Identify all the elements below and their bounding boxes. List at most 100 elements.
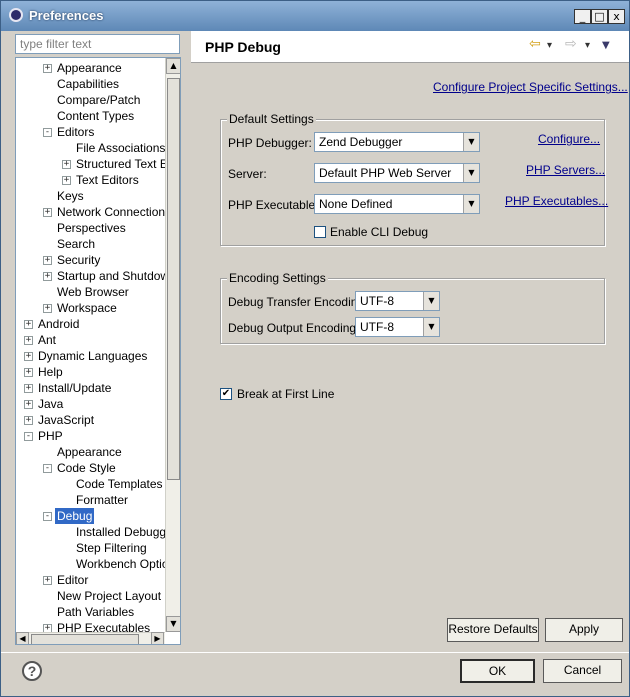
php-debugger-select[interactable]: Zend Debugger ▼ (314, 132, 480, 152)
tree-item[interactable]: - Editors (16, 124, 166, 140)
tree-item[interactable]: Step Filtering (16, 540, 166, 556)
tree-item[interactable]: Web Browser (16, 284, 166, 300)
minimize-button[interactable]: _ (574, 9, 591, 24)
tree-item[interactable]: Path Variables (16, 604, 166, 620)
scroll-up-arrow-icon[interactable]: ▲ (166, 58, 180, 74)
tree-item[interactable]: File Associations (16, 140, 166, 156)
ok-button[interactable]: OK (460, 659, 535, 683)
view-menu-icon[interactable]: ▼ (602, 40, 610, 51)
tree-item[interactable]: Formatter (16, 492, 166, 508)
collapse-icon[interactable]: - (43, 464, 52, 473)
title-bar[interactable]: Preferences _ □ x (1, 1, 629, 31)
expand-icon[interactable]: + (43, 624, 52, 632)
tree-item[interactable]: + Android (16, 316, 166, 332)
tree-item[interactable]: + Java (16, 396, 166, 412)
tree-item[interactable]: + Help (16, 364, 166, 380)
php-executable-select[interactable]: None Defined ▼ (314, 194, 480, 214)
tree-item[interactable]: + Appearance (16, 60, 166, 76)
collapse-icon[interactable]: - (43, 512, 52, 521)
collapse-icon[interactable]: - (43, 128, 52, 137)
debug-output-encoding-select[interactable]: UTF-8 ▼ (355, 317, 440, 337)
expand-icon[interactable]: + (43, 208, 52, 217)
tree-item[interactable]: + PHP Executables (16, 620, 166, 632)
forward-menu-icon[interactable]: ▾ (585, 40, 590, 51)
scroll-left-arrow-icon[interactable]: ◀ (16, 632, 29, 644)
chevron-down-icon[interactable]: ▼ (463, 195, 479, 213)
debug-transfer-encoding-select[interactable]: UTF-8 ▼ (355, 291, 440, 311)
tree-item[interactable]: Compare/Patch (16, 92, 166, 108)
expand-icon[interactable]: + (24, 320, 33, 329)
tree-item[interactable]: + Structured Text Ed (16, 156, 166, 172)
tree-item-label: Installed Debuggers (76, 525, 166, 539)
tree-vertical-scrollbar[interactable]: ▲ ▼ (165, 58, 180, 632)
tree-item[interactable]: + Network Connections (16, 204, 166, 220)
back-arrow-icon[interactable]: ⇦ (529, 36, 541, 52)
tree-item[interactable]: - PHP (16, 428, 166, 444)
restore-defaults-button[interactable]: Restore Defaults (447, 618, 539, 642)
php-servers-link[interactable]: PHP Servers... (526, 163, 605, 177)
tree-item-label: Search (57, 237, 96, 251)
tree-item[interactable]: + Dynamic Languages (16, 348, 166, 364)
expand-icon[interactable]: + (43, 304, 52, 313)
expand-icon[interactable]: + (43, 576, 52, 585)
tree-item-label: Java (38, 397, 64, 411)
tree-item[interactable]: Workbench Options (16, 556, 166, 572)
tree-item[interactable]: + JavaScript (16, 412, 166, 428)
close-button[interactable]: x (608, 9, 625, 24)
help-icon[interactable]: ? (22, 661, 42, 681)
cancel-button[interactable]: Cancel (543, 659, 622, 683)
expand-icon[interactable]: + (24, 400, 33, 409)
expand-icon[interactable]: + (43, 272, 52, 281)
tree-item[interactable]: Capabilities (16, 76, 166, 92)
back-menu-icon[interactable]: ▾ (547, 40, 552, 51)
tree-item[interactable]: Installed Debuggers (16, 524, 166, 540)
tree-item[interactable]: New Project Layout (16, 588, 166, 604)
expand-icon[interactable]: + (62, 160, 71, 169)
expand-icon[interactable]: + (24, 416, 33, 425)
scroll-thumb[interactable] (167, 78, 180, 480)
expand-icon[interactable]: + (24, 336, 33, 345)
collapse-icon[interactable]: - (24, 432, 33, 441)
chevron-down-icon[interactable]: ▼ (423, 292, 439, 310)
chevron-down-icon[interactable]: ▼ (423, 318, 439, 336)
apply-button[interactable]: Apply (545, 618, 623, 642)
tree-item[interactable]: + Workspace (16, 300, 166, 316)
break-at-first-line-checkbox[interactable]: ✔ (220, 388, 232, 400)
tree-item[interactable]: Code Templates (16, 476, 166, 492)
tree-item[interactable]: + Ant (16, 332, 166, 348)
forward-arrow-icon[interactable]: ⇨ (565, 36, 577, 52)
expand-icon[interactable]: + (24, 352, 33, 361)
tree-item[interactable]: + Startup and Shutdown (16, 268, 166, 284)
scroll-down-arrow-icon[interactable]: ▼ (166, 616, 180, 632)
expand-icon[interactable]: + (62, 176, 71, 185)
chevron-down-icon[interactable]: ▼ (463, 133, 479, 151)
tree-item[interactable]: Search (16, 236, 166, 252)
expand-icon[interactable]: + (43, 256, 52, 265)
expand-icon[interactable]: + (43, 64, 52, 73)
configure-link[interactable]: Configure... (538, 132, 600, 146)
tree-item[interactable]: + Security (16, 252, 166, 268)
tree-item[interactable]: - Debug (16, 508, 166, 524)
tree-horizontal-scrollbar[interactable]: ◀ ▶ (16, 632, 165, 644)
tree-item-label: Code Style (57, 461, 116, 475)
tree-item[interactable]: Content Types (16, 108, 166, 124)
php-executables-link[interactable]: PHP Executables... (505, 194, 608, 208)
panel-divider[interactable] (186, 31, 191, 651)
chevron-down-icon[interactable]: ▼ (463, 164, 479, 182)
horizontal-scroll-thumb[interactable] (31, 634, 139, 644)
configure-project-settings-link[interactable]: Configure Project Specific Settings... (433, 80, 628, 94)
expand-icon[interactable]: + (24, 368, 33, 377)
filter-input[interactable]: type filter text (15, 34, 180, 54)
maximize-button[interactable]: □ (591, 9, 608, 24)
tree-item[interactable]: Keys (16, 188, 166, 204)
tree-item[interactable]: Appearance (16, 444, 166, 460)
server-select[interactable]: Default PHP Web Server ▼ (314, 163, 480, 183)
tree-item[interactable]: + Text Editors (16, 172, 166, 188)
tree-item[interactable]: + Editor (16, 572, 166, 588)
tree-item[interactable]: - Code Style (16, 460, 166, 476)
scroll-right-arrow-icon[interactable]: ▶ (151, 632, 164, 644)
enable-cli-debug-checkbox[interactable] (314, 226, 326, 238)
tree-item[interactable]: + Install/Update (16, 380, 166, 396)
expand-icon[interactable]: + (24, 384, 33, 393)
tree-item[interactable]: Perspectives (16, 220, 166, 236)
